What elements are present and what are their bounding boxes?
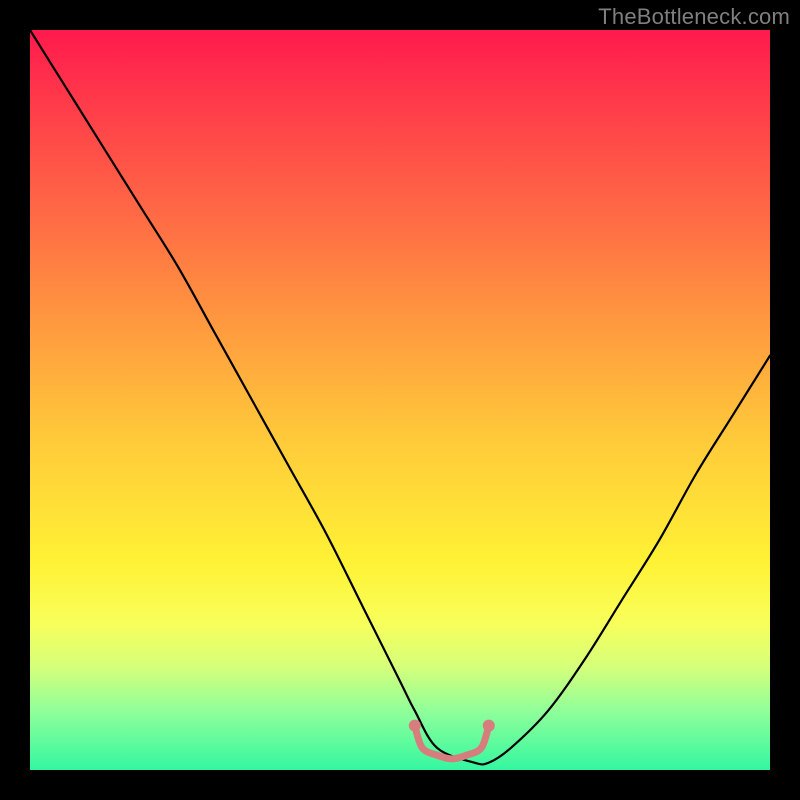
watermark-label: TheBottleneck.com [598,4,790,30]
flat-segment-end-left [409,720,421,732]
chart-frame: TheBottleneck.com [0,0,800,800]
chart-svg [30,30,770,770]
curve-group [30,30,770,764]
curve-line [30,30,770,764]
flat-segment-end-right [483,720,495,732]
